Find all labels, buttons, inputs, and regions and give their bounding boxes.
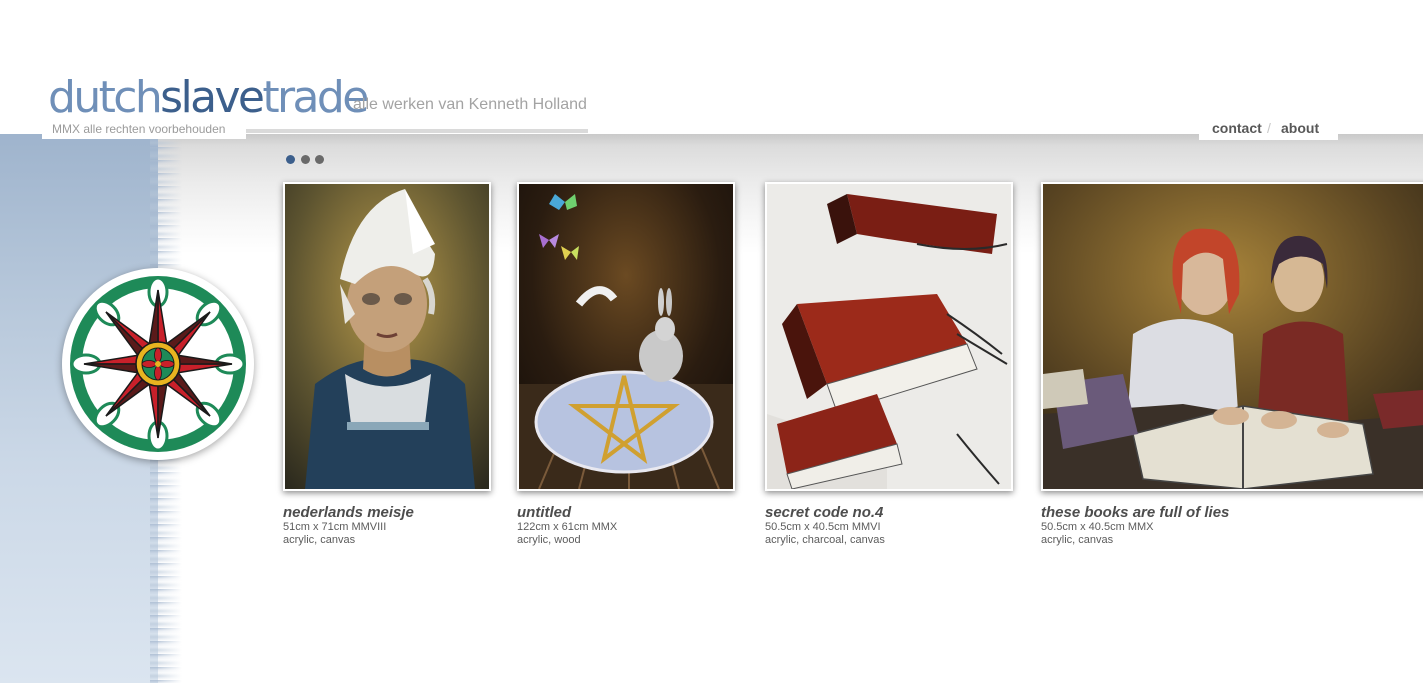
artwork-card-3: secret code no.4 50.5cm x 40.5cm MMVI ac… bbox=[765, 182, 1013, 547]
artwork-thumbnail-4[interactable] bbox=[1041, 182, 1423, 491]
artwork-thumbnail-3[interactable] bbox=[765, 182, 1013, 491]
hex-sign-emblem bbox=[60, 266, 256, 462]
artwork-card-2: untitled 122cm x 61cm MMX acrylic, wood bbox=[517, 182, 735, 547]
logo-word-trade: trade bbox=[262, 72, 369, 123]
pager-dot-1[interactable] bbox=[286, 155, 295, 164]
top-nav: contact / about bbox=[1199, 115, 1338, 140]
logo-word-slave: slave bbox=[160, 72, 265, 123]
artwork-card-1: nederlands meisje 51cm x 71cm MMVIII acr… bbox=[283, 182, 491, 547]
nav-link-contact[interactable]: contact bbox=[1212, 115, 1262, 141]
artwork-materials: acrylic, canvas bbox=[283, 534, 356, 546]
pager-dot-2[interactable] bbox=[301, 155, 310, 164]
artwork-dimensions: 122cm x 61cm MMX bbox=[517, 521, 618, 533]
artwork-materials: acrylic, charcoal, canvas bbox=[765, 534, 885, 546]
nav-link-about[interactable]: about bbox=[1281, 115, 1319, 141]
portrait-girl-image bbox=[285, 184, 489, 489]
artwork-thumbnail-1[interactable] bbox=[283, 182, 491, 491]
girls-with-books-image bbox=[1043, 184, 1423, 489]
copyright-notice: MMX alle rechten voorbehouden bbox=[42, 121, 246, 139]
hex-sign-star-icon bbox=[62, 268, 254, 460]
nav-separator: / bbox=[1267, 120, 1271, 136]
artwork-title[interactable]: these books are full of lies bbox=[1041, 505, 1423, 521]
artwork-title[interactable]: nederlands meisje bbox=[283, 505, 491, 521]
artwork-dimensions: 50.5cm x 40.5cm MMVI bbox=[765, 521, 881, 533]
tagline-underline bbox=[246, 129, 588, 133]
artwork-title[interactable]: secret code no.4 bbox=[765, 505, 1013, 521]
site-logo[interactable]: dutchslavetrade bbox=[48, 70, 369, 126]
artwork-thumbnail-2[interactable] bbox=[517, 182, 735, 491]
pager-dot-3[interactable] bbox=[315, 155, 324, 164]
logo-word-dutch: dutch bbox=[48, 72, 163, 123]
rabbit-pentagram-image bbox=[519, 184, 733, 489]
site-tagline: alle werken van Kenneth Holland bbox=[353, 96, 587, 113]
artwork-materials: acrylic, canvas bbox=[1041, 534, 1114, 546]
artwork-dimensions: 51cm x 71cm MMVIII bbox=[283, 521, 387, 533]
artwork-card-4: these books are full of lies 50.5cm x 40… bbox=[1041, 182, 1423, 547]
books-drawing-image bbox=[767, 184, 1011, 489]
artwork-materials: acrylic, wood bbox=[517, 534, 581, 546]
artwork-title[interactable]: untitled bbox=[517, 505, 735, 521]
page: dutchslavetrade alle werken van Kenneth … bbox=[0, 0, 1423, 683]
artwork-dimensions: 50.5cm x 40.5cm MMX bbox=[1041, 521, 1154, 533]
